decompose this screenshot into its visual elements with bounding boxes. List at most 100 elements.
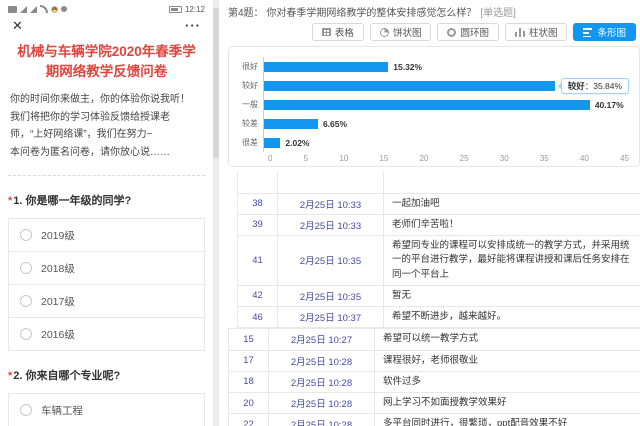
radio-icon[interactable]	[20, 328, 32, 340]
bar-chart-icon	[583, 28, 593, 37]
tick-label: 30	[500, 154, 509, 163]
dashed-divider	[8, 175, 205, 176]
button-label: 条形图	[597, 25, 626, 39]
response-time: 2月25日 10:28	[269, 350, 375, 371]
survey-title: 机械与车辆学院2020年春季学期网络教学反馈问卷	[14, 42, 199, 81]
option-2017[interactable]: 2017级	[9, 285, 204, 318]
column-chart-icon	[515, 28, 525, 37]
value-label: 15.32%	[393, 62, 422, 72]
signal-icon	[20, 6, 27, 13]
table-row: 39 2月25日 10:33 老师们辛苦啦！	[238, 214, 640, 235]
plot-area: 2.02%	[263, 133, 629, 152]
option-label: 2018级	[41, 261, 75, 276]
column-chart-button[interactable]: 柱状图	[505, 23, 568, 41]
button-label: 饼状图	[393, 25, 422, 39]
pie-chart-button[interactable]: 饼状图	[370, 23, 432, 41]
question-2-text: 2. 你来自哪个专业呢?	[13, 370, 120, 382]
category-label: 一般	[235, 99, 263, 110]
category-label: 较好	[235, 80, 263, 91]
response-id: 46	[238, 307, 278, 328]
required-asterisk: *	[8, 195, 12, 207]
more-menu-icon[interactable]: ···	[185, 18, 201, 33]
response-time: 2月25日 10:27	[269, 329, 375, 350]
response-time: 2月25日 10:35	[278, 236, 384, 286]
status-right: 12:12	[169, 5, 205, 14]
table-row: 41 2月25日 10:35 希望同专业的课程可以安排成统一的教学方式，并采用统…	[238, 236, 640, 286]
response-text: 一起加油吧	[384, 193, 640, 214]
intro-line-2: 我们将把你的学习体验反馈给授课老师，“上好网络课”，我们在努力~	[10, 109, 203, 144]
intro-line-1: 你的时间你来做主，你的体验你说我听！	[10, 91, 203, 109]
comments-table-1: 38 2月25日 10:33 一起加油吧 39 2月25日 10:33 老师们辛…	[237, 172, 640, 328]
radio-icon[interactable]	[20, 295, 32, 307]
table-row: 22 2月25日 10:28 多平台同时进行，很繁琐，ppt配音效果不好	[229, 414, 640, 426]
question-2-label: *2. 你来自哪个专业呢?	[8, 367, 205, 383]
response-text: 多平台同时进行，很繁琐，ppt配音效果不好	[375, 414, 640, 426]
tick-label: 5	[304, 154, 308, 163]
bar-row-average: 一般 40.17%	[235, 95, 629, 114]
response-text: 软件过多	[375, 371, 640, 392]
status-icons-left	[8, 5, 67, 13]
bar-average[interactable]	[264, 100, 590, 110]
table-view-button[interactable]: 表格	[312, 23, 364, 41]
donut-chart-button[interactable]: 圆环图	[437, 23, 499, 41]
value-label: 2.02%	[285, 138, 309, 148]
radio-icon[interactable]	[20, 404, 32, 416]
response-id: 15	[229, 329, 269, 350]
comments-table-2: 15 2月25日 10:27 希望可以统一教学方式 17 2月25日 10:28…	[228, 328, 640, 426]
question-1-label: *1. 你是哪一年级的同学?	[8, 192, 205, 208]
chrome-icon	[51, 6, 58, 13]
response-time: 2月25日 10:28	[269, 414, 375, 426]
question-2-options: 车辆工程 装甲车辆工程	[8, 393, 205, 426]
response-text: 希望同专业的课程可以安排成统一的教学方式，并采用统一的平台进行教学，最好能将课程…	[384, 236, 640, 286]
category-label: 较差	[235, 118, 263, 129]
option-2019[interactable]: 2019级	[9, 219, 204, 252]
x-axis-ticks: 0 5 10 15 20 25 30 35 40 45	[268, 154, 629, 163]
bar-chart: 很好 15.32% 较好 较好：35.84% 一般 40.17%	[228, 46, 640, 167]
tick-label: 45	[620, 154, 629, 163]
category-label: 很差	[235, 137, 263, 148]
radio-icon[interactable]	[20, 262, 32, 274]
wifi-icon	[40, 5, 48, 13]
survey-intro: 你的时间你来做主，你的体验你说我听！ 我们将把你的学习体验反馈给授课老师，“上好…	[10, 91, 203, 161]
question-type-tag: [单选题]	[480, 8, 516, 19]
option-label: 2016级	[41, 327, 75, 342]
response-text: 希望不断进步，越来越好。	[384, 307, 640, 328]
plot-area: 6.65%	[263, 114, 629, 133]
bar-verypoor[interactable]	[264, 138, 280, 148]
question-1: *1. 你是哪一年级的同学? 2019级 2018级 2017级 2016级	[8, 192, 205, 351]
tick-label: 40	[580, 154, 589, 163]
mobile-survey-panel: 12:12 ✕ ··· 机械与车辆学院2020年春季学期网络教学反馈问卷 你的时…	[0, 0, 213, 426]
option-label: 2017级	[41, 294, 75, 309]
response-text: 暂无	[384, 285, 640, 306]
question-2: *2. 你来自哪个专业呢? 车辆工程 装甲车辆工程	[8, 367, 205, 426]
response-time: 2月25日 10:37	[278, 307, 384, 328]
response-id: 38	[238, 193, 278, 214]
option-2018[interactable]: 2018级	[9, 252, 204, 285]
option-vehicle-eng[interactable]: 车辆工程	[9, 394, 204, 426]
question-1-text: 1. 你是哪一年级的同学?	[13, 195, 131, 207]
bar-poor[interactable]	[264, 119, 318, 129]
response-id: 22	[229, 414, 269, 426]
button-label: 表格	[335, 25, 354, 39]
option-2016[interactable]: 2016级	[9, 318, 204, 351]
plot-area: 较好：35.84%	[263, 76, 629, 95]
response-time: 2月25日 10:33	[278, 214, 384, 235]
bar-good[interactable]	[264, 81, 555, 91]
response-time: 2月25日 10:28	[269, 371, 375, 392]
table-row: 18 2月25日 10:28 软件过多	[229, 371, 640, 392]
bar-verygood[interactable]	[264, 62, 388, 72]
signal2-icon	[30, 6, 37, 13]
tick-label: 10	[339, 154, 348, 163]
tooltip-sep: ：	[585, 81, 594, 91]
radio-icon[interactable]	[20, 229, 32, 241]
clock-text: 12:12	[185, 5, 205, 14]
bar-row-verygood: 很好 15.32%	[235, 57, 629, 76]
option-label: 2019级	[41, 228, 75, 243]
close-icon[interactable]: ✕	[12, 19, 23, 32]
bar-chart-button[interactable]: 条形图	[573, 23, 636, 41]
table-row-cutoff	[238, 172, 640, 193]
value-label: 6.65%	[323, 119, 347, 129]
response-id: 17	[229, 350, 269, 371]
response-id: 18	[229, 371, 269, 392]
bar-row-verypoor: 很差 2.02%	[235, 133, 629, 152]
